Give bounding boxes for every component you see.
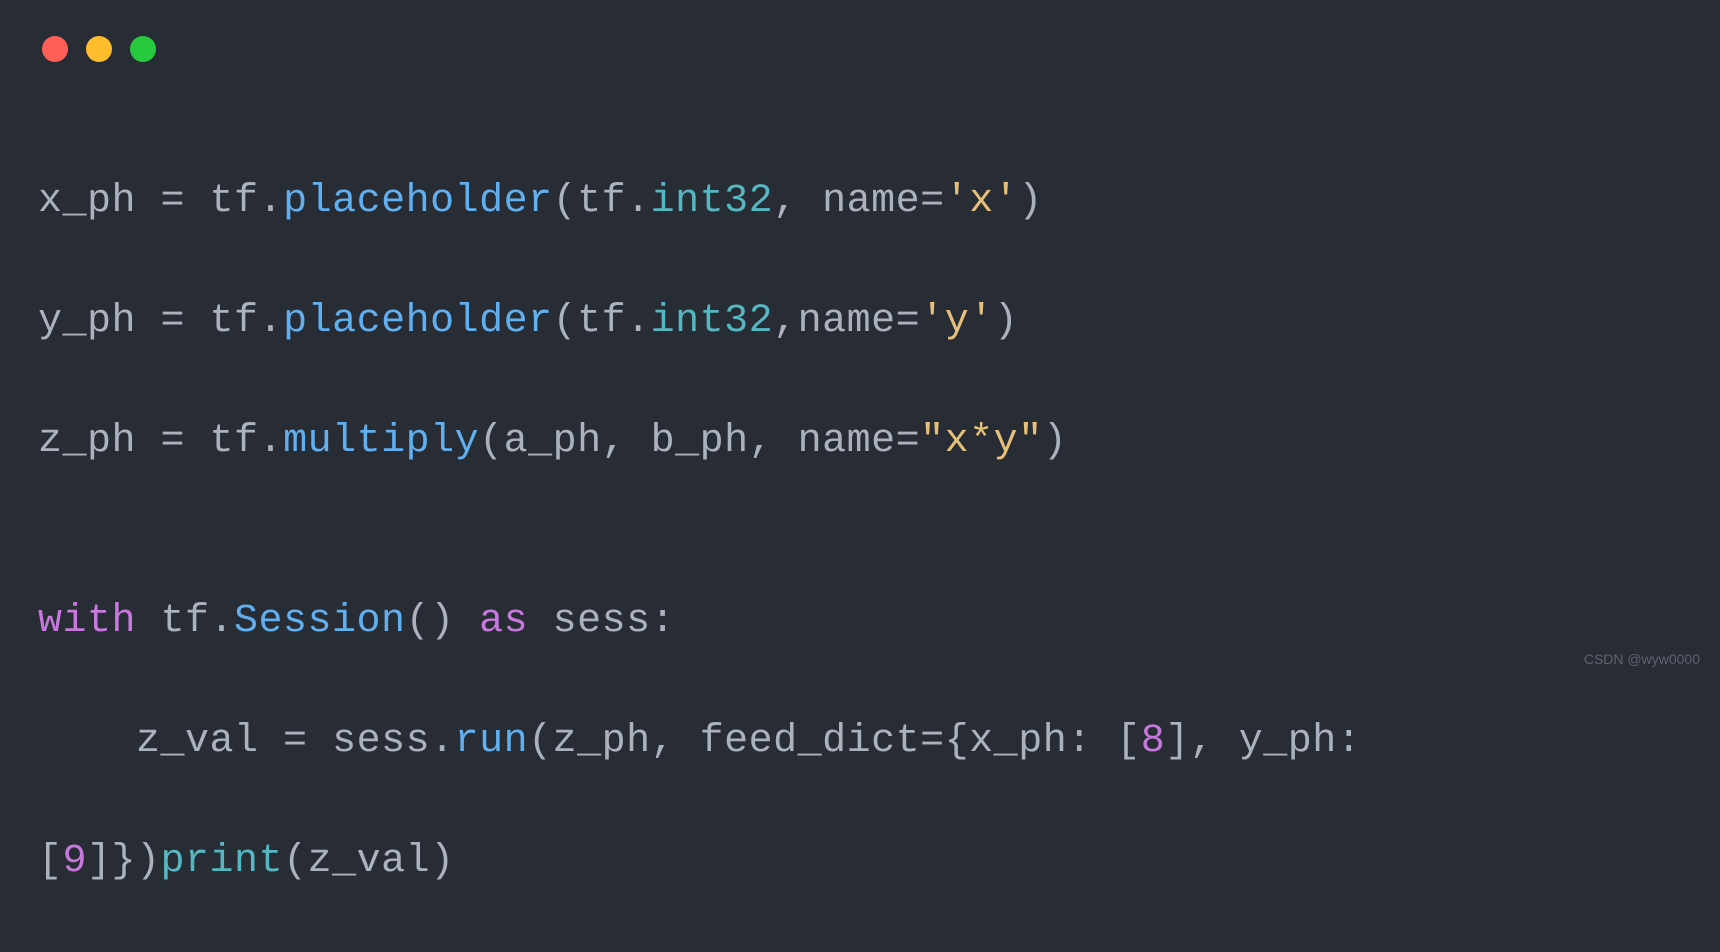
code-token: )	[1018, 179, 1043, 224]
code-token: )	[994, 299, 1019, 344]
code-token: =	[283, 719, 308, 764]
close-icon[interactable]	[42, 36, 68, 62]
code-token: as	[479, 599, 528, 644]
code-token: int32	[651, 179, 774, 224]
window-controls	[0, 0, 1720, 62]
code-token: (a_ph, b_ph, name=	[479, 419, 920, 464]
code-token: multiply	[283, 419, 479, 464]
watermark: CSDN @wyw0000	[1584, 651, 1700, 667]
code-token: int32	[651, 299, 774, 344]
code-token: (tf.	[553, 179, 651, 224]
code-token: x_ph	[38, 179, 161, 224]
code-token: [	[38, 839, 63, 884]
code-token: "x*y"	[920, 419, 1043, 464]
code-token: )	[1043, 419, 1068, 464]
code-line-3: z_ph = tf.multiply(a_ph, b_ph, name="x*y…	[38, 412, 1682, 472]
code-token: tf.	[185, 179, 283, 224]
code-editor: x_ph = tf.placeholder(tf.int32, name='x'…	[0, 62, 1720, 952]
code-token: placeholder	[283, 179, 553, 224]
code-token: sess.	[308, 719, 455, 764]
maximize-icon[interactable]	[130, 36, 156, 62]
code-token: ], y_ph:	[1165, 719, 1386, 764]
code-token: print	[161, 839, 284, 884]
code-line-1: x_ph = tf.placeholder(tf.int32, name='x'…	[38, 172, 1682, 232]
code-token: =	[161, 299, 186, 344]
code-line-2: y_ph = tf.placeholder(tf.int32,name='y')	[38, 292, 1682, 352]
code-token: =	[161, 179, 186, 224]
code-token: 9	[63, 839, 88, 884]
code-token: , name=	[773, 179, 945, 224]
code-token: =	[161, 419, 186, 464]
code-token: tf.	[136, 599, 234, 644]
code-token: ()	[406, 599, 480, 644]
code-token: y_ph	[38, 299, 161, 344]
code-token: (tf.	[553, 299, 651, 344]
code-token: 8	[1141, 719, 1166, 764]
minimize-icon[interactable]	[86, 36, 112, 62]
code-token: ,name=	[773, 299, 920, 344]
code-token: z_ph	[38, 419, 161, 464]
code-token: ]})	[87, 839, 161, 884]
code-line-6: z_val = sess.run(z_ph, feed_dict={x_ph: …	[38, 712, 1682, 772]
code-token: (z_ph, feed_dict={x_ph: [	[528, 719, 1141, 764]
code-line-5: with tf.Session() as sess:	[38, 592, 1682, 652]
code-token: 'x'	[945, 179, 1019, 224]
code-token: tf.	[185, 419, 283, 464]
code-token: Session	[234, 599, 406, 644]
code-line-7: [9]})print(z_val)	[38, 832, 1682, 892]
code-token: sess:	[528, 599, 675, 644]
code-token: (z_val)	[283, 839, 455, 884]
code-token: z_val	[38, 719, 283, 764]
code-token: run	[455, 719, 529, 764]
code-token: placeholder	[283, 299, 553, 344]
code-token: 'y'	[920, 299, 994, 344]
code-token: with	[38, 599, 136, 644]
code-token: tf.	[185, 299, 283, 344]
